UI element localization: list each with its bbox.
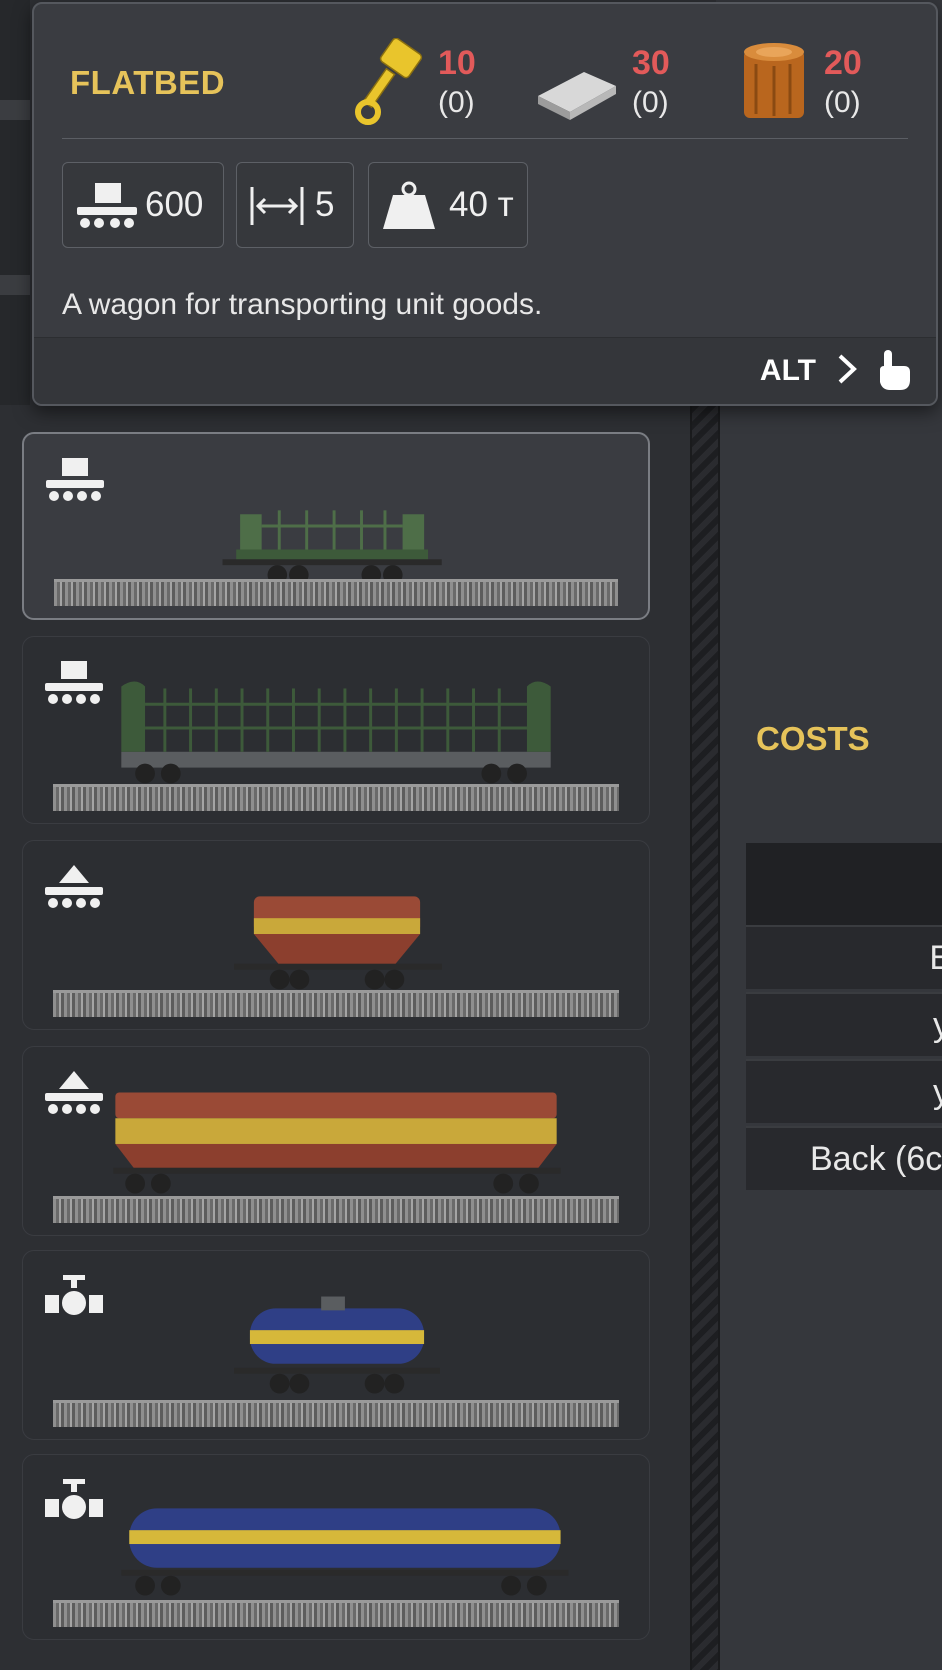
cost-row[interactable]: E	[746, 925, 942, 989]
steel-have: (0)	[632, 86, 669, 119]
costs-title: COSTS	[756, 720, 870, 757]
wagon-item-tanker-short[interactable]	[22, 1250, 650, 1440]
capacity-stat: 600	[62, 162, 224, 248]
costs-table-header	[746, 843, 942, 925]
alt-key-label: ALT	[759, 354, 816, 387]
wood-have: (0)	[824, 86, 861, 119]
wood-needed: 20	[824, 44, 862, 82]
resource-piston: 10 (0)	[354, 38, 504, 128]
track-strip	[53, 1196, 619, 1223]
track-strip	[53, 784, 619, 811]
unit-goods-icon	[77, 183, 137, 228]
wagon-item-flatbed-long[interactable]	[22, 636, 650, 824]
length-arrows-icon	[250, 187, 304, 225]
cost-row-label: y	[933, 1006, 942, 1045]
hand-pointer-icon	[880, 350, 910, 390]
length-value: 5	[315, 185, 335, 224]
weight-icon	[383, 181, 435, 229]
track-strip	[53, 1400, 619, 1427]
track-strip	[54, 579, 618, 606]
wagon-item-hopper-short[interactable]	[22, 840, 650, 1030]
cost-row[interactable]: Back (6c	[746, 1126, 942, 1190]
tooltip-footer[interactable]: ALT	[34, 337, 936, 404]
steel-plate-icon	[538, 72, 616, 120]
steel-needed: 30	[632, 44, 670, 82]
track-strip	[53, 1600, 619, 1627]
resource-steel: 30 (0)	[538, 38, 698, 128]
cost-row-label: Back (6c	[810, 1140, 942, 1178]
cost-row[interactable]: y	[746, 992, 942, 1056]
piston-needed: 10	[438, 44, 476, 82]
wagon-item-flatbed-short[interactable]	[22, 432, 650, 620]
wagon-item-tanker-long[interactable]	[22, 1454, 650, 1640]
cost-row-label: y	[933, 1073, 942, 1112]
panel-divider-rail	[690, 405, 720, 1670]
left-edge-strip	[0, 0, 30, 405]
weight-stat: 40 т	[368, 162, 528, 248]
length-stat: 5	[236, 162, 354, 248]
tooltip-title: FLATBED	[70, 64, 226, 101]
cost-row-label: E	[929, 939, 942, 978]
tooltip-separator	[62, 138, 908, 139]
tooltip-description: A wagon for transporting unit goods.	[62, 288, 543, 321]
piston-icon	[355, 38, 423, 125]
resource-wood: 20 (0)	[740, 38, 890, 128]
wood-log-icon	[744, 43, 804, 118]
cost-row[interactable]: y	[746, 1059, 942, 1123]
piston-have: (0)	[438, 86, 475, 119]
weight-value: 40 т	[449, 185, 514, 224]
capacity-value: 600	[145, 185, 204, 224]
wagon-tooltip: FLATBED 10 (0) 30 (0) 20 (0) 600 5 40 т …	[32, 2, 938, 406]
chevron-right-icon	[838, 354, 857, 384]
track-strip	[53, 990, 619, 1017]
wagon-item-hopper-long[interactable]	[22, 1046, 650, 1236]
